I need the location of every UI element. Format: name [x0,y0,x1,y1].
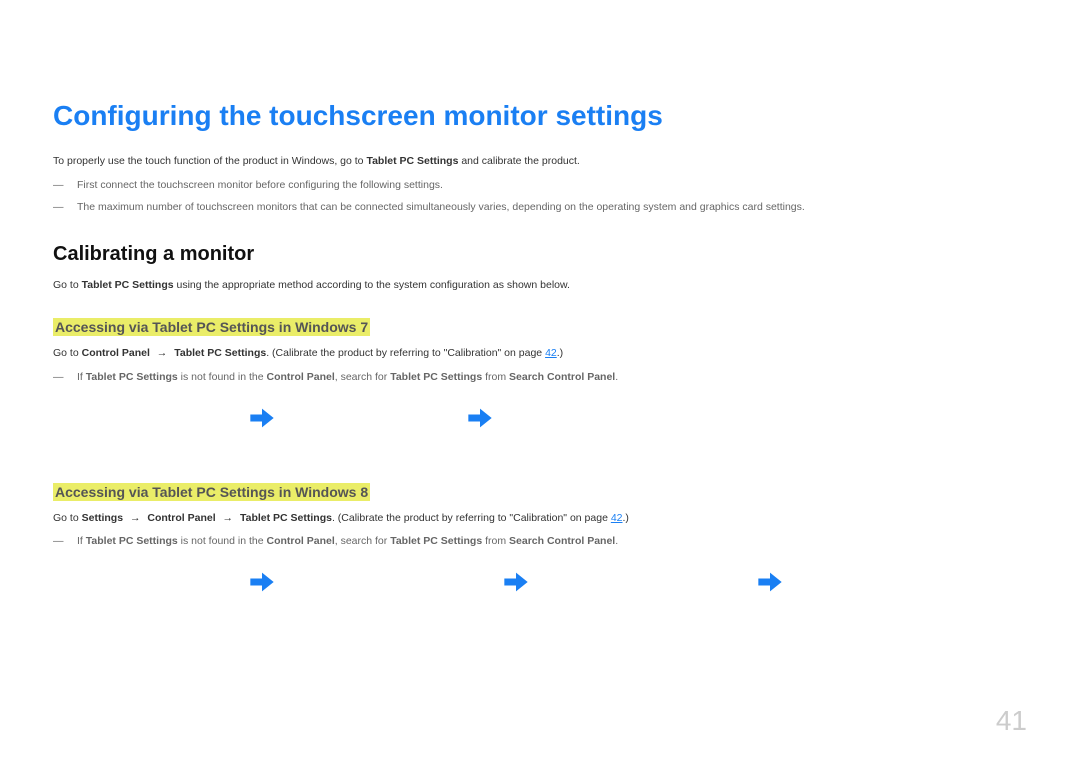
arrow-right-icon [248,568,276,601]
subintro-before: Go to [53,279,82,291]
intro-bold: Tablet PC Settings [366,155,458,167]
win7-note-mid3: from [482,371,509,383]
win7-body-post: . (Calibrate the product by referring to… [266,347,545,359]
win7-note-b4: Search Control Panel [509,371,615,383]
win8-note-b1: Tablet PC Settings [86,535,178,547]
em-dash-icon: ― [53,534,77,550]
win7-body: Go to Control Panel → Tablet PC Settings… [53,346,1027,362]
arrow-right-icon [248,404,276,437]
win7-body-b2: Tablet PC Settings [174,347,266,359]
win8-body-b3: Tablet PC Settings [240,512,332,524]
page-link-42[interactable]: 42 [545,347,557,359]
win8-arrow-row [248,568,1027,601]
win7-note-pre: If [77,371,86,383]
win8-heading: Accessing via Tablet PC Settings in Wind… [53,483,370,501]
arrow-right-icon [756,568,784,601]
em-dash-icon: ― [53,178,77,194]
win8-note: ―If Tablet PC Settings is not found in t… [53,534,1027,550]
win7-arrow-row [248,404,1027,437]
win8-note-pre: If [77,535,86,547]
win7-section: Accessing via Tablet PC Settings in Wind… [53,312,1027,437]
subintro-bold: Tablet PC Settings [82,279,174,291]
page-link-42[interactable]: 42 [611,512,623,524]
em-dash-icon: ― [53,200,77,216]
arrow-char: → [154,347,170,359]
note-2: ―The maximum number of touchscreen monit… [53,200,1027,216]
win7-note-b3: Tablet PC Settings [390,371,482,383]
win8-body-b2: Control Panel [147,512,215,524]
arrow-char: → [220,512,236,524]
win8-body-end: .) [623,512,629,524]
win8-body-post: . (Calibrate the product by referring to… [332,512,611,524]
win7-note-b1: Tablet PC Settings [86,371,178,383]
page-number: 41 [996,705,1027,737]
arrow-char: → [127,512,143,524]
page-title: Configuring the touchscreen monitor sett… [53,100,1027,132]
win8-note-mid2: , search for [335,535,390,547]
win8-section: Accessing via Tablet PC Settings in Wind… [53,477,1027,602]
win7-note-end: . [615,371,618,383]
note-1: ―First connect the touchscreen monitor b… [53,178,1027,194]
section-heading-calibrating: Calibrating a monitor [53,243,1027,266]
win7-body-b1: Control Panel [82,347,150,359]
win7-note-b2: Control Panel [266,371,334,383]
arrow-right-icon [502,568,530,601]
win8-body: Go to Settings → Control Panel → Tablet … [53,511,1027,527]
win8-note-b2: Control Panel [266,535,334,547]
em-dash-icon: ― [53,370,77,386]
win7-body-end: .) [557,347,563,359]
intro-text-before: To properly use the touch function of th… [53,155,366,167]
note-2-text: The maximum number of touchscreen monito… [77,201,805,213]
win8-note-b3: Tablet PC Settings [390,535,482,547]
win8-note-end: . [615,535,618,547]
note-1-text: First connect the touchscreen monitor be… [77,179,443,191]
win8-note-mid1: is not found in the [178,535,267,547]
subintro-after: using the appropriate method according t… [174,279,570,291]
win8-note-b4: Search Control Panel [509,535,615,547]
win7-note: ―If Tablet PC Settings is not found in t… [53,370,1027,386]
subintro-text: Go to Tablet PC Settings using the appro… [53,278,1027,294]
win7-heading: Accessing via Tablet PC Settings in Wind… [53,318,370,336]
win7-note-mid1: is not found in the [178,371,267,383]
win8-note-mid3: from [482,535,509,547]
win7-body-pre: Go to [53,347,82,359]
intro-paragraph: To properly use the touch function of th… [53,154,1027,170]
win8-body-pre: Go to [53,512,82,524]
win7-note-mid2: , search for [335,371,390,383]
win8-body-b1: Settings [82,512,123,524]
intro-text-after: and calibrate the product. [458,155,579,167]
arrow-right-icon [466,404,494,437]
